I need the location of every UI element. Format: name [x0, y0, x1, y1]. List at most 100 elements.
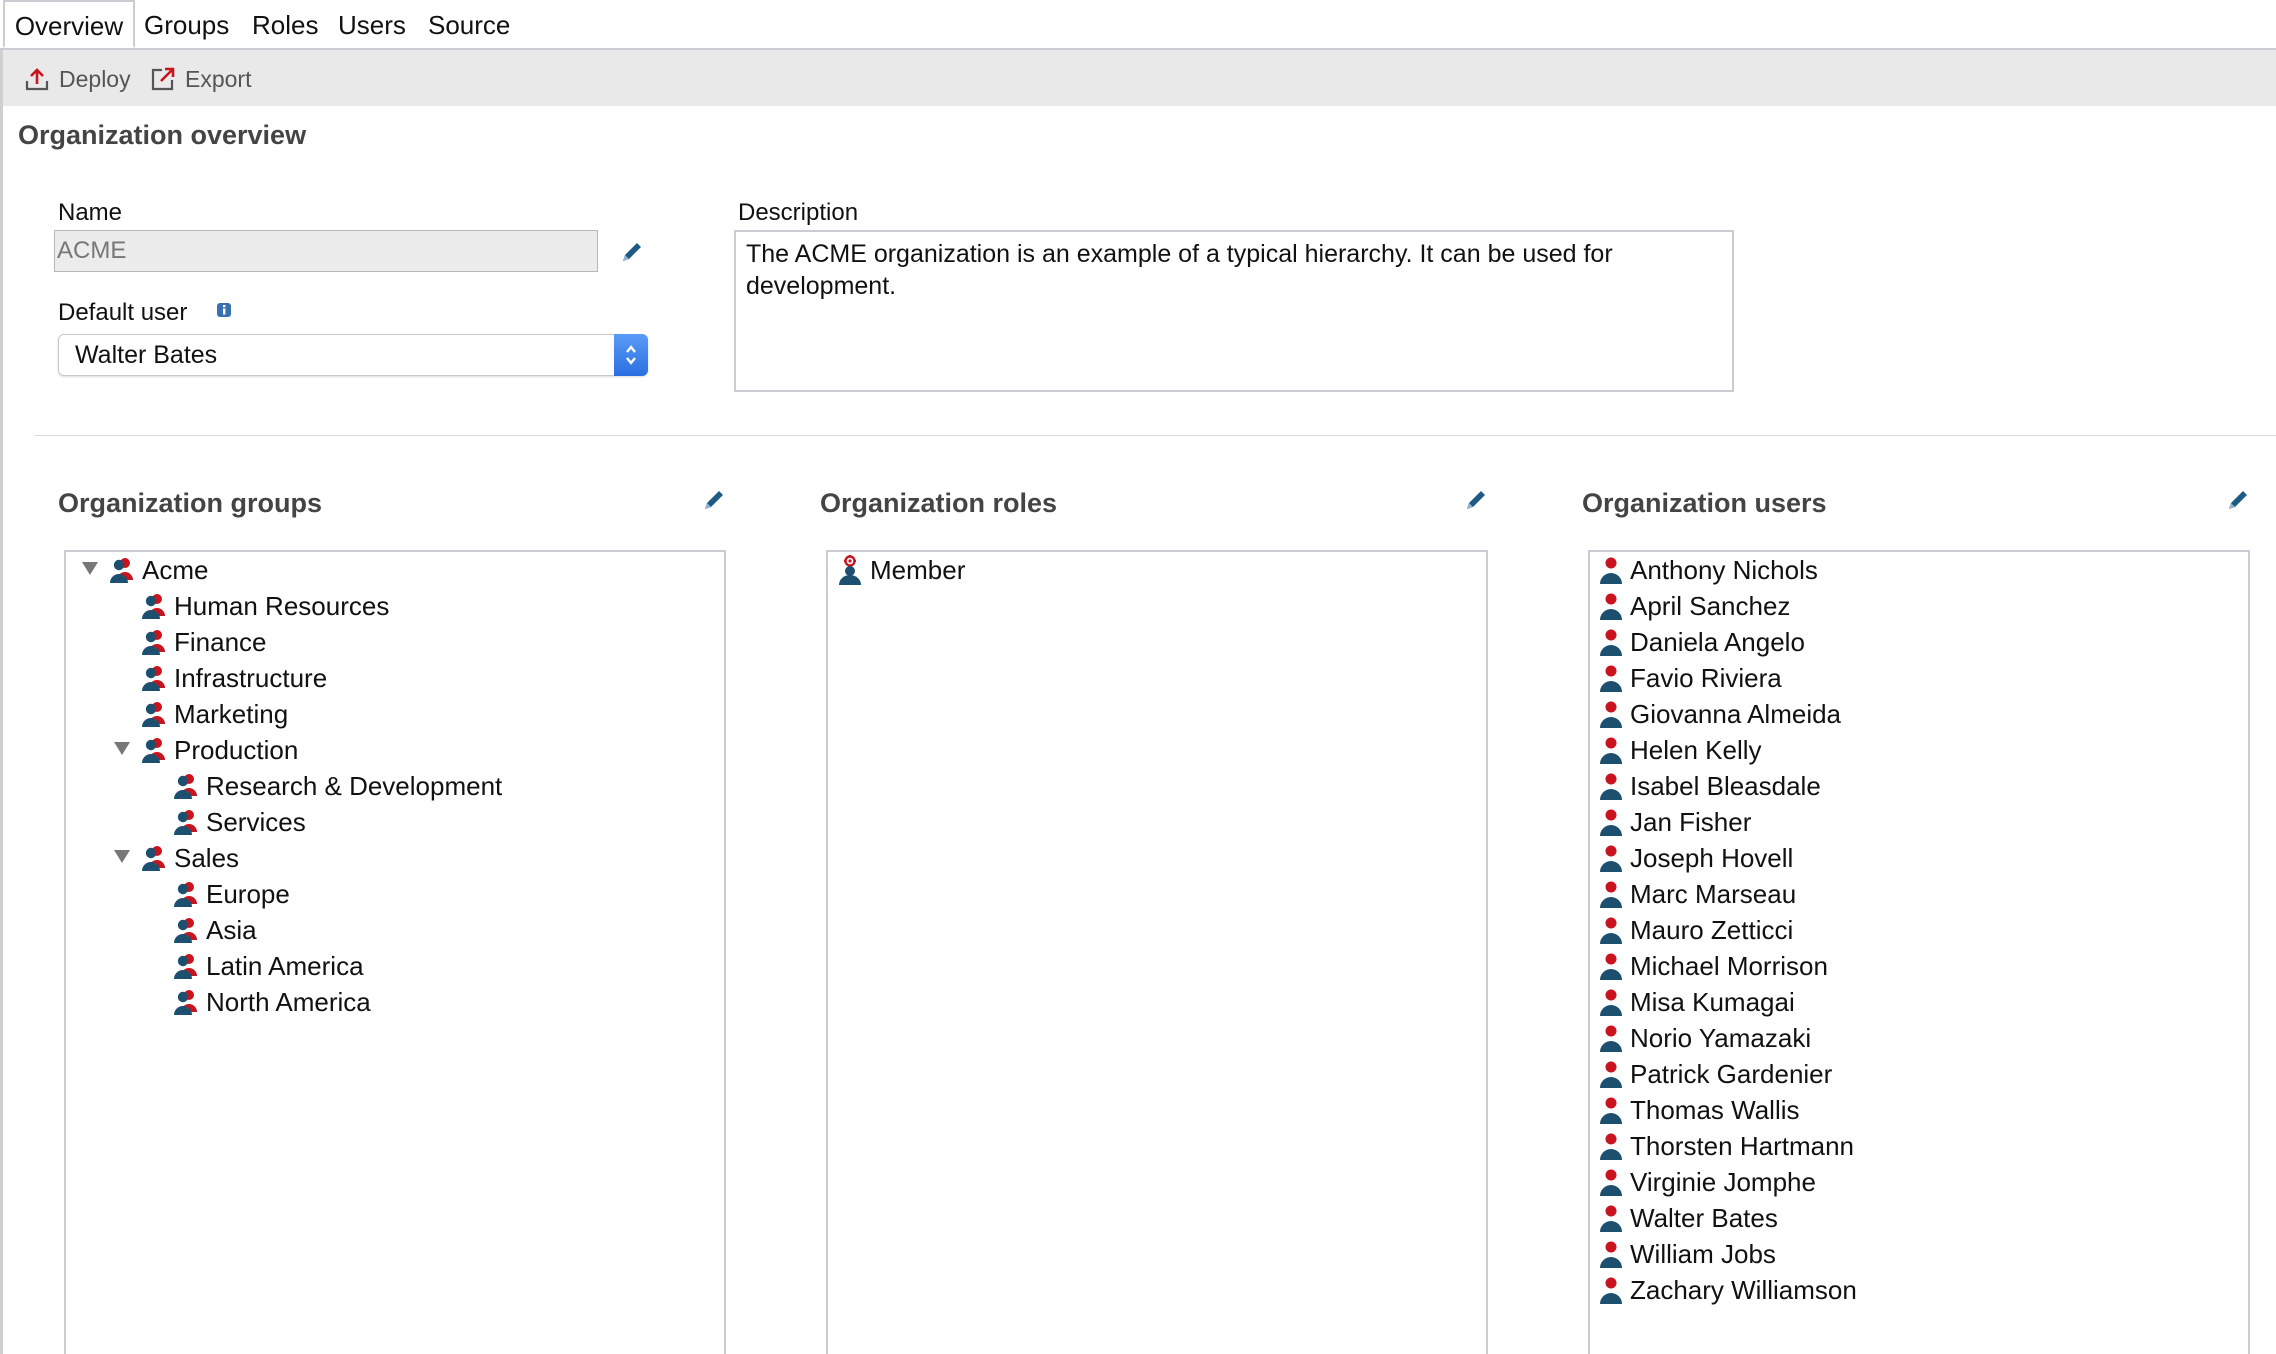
- user-item[interactable]: Zachary Williamson: [1598, 1272, 1857, 1308]
- user-label: Isabel Bleasdale: [1630, 770, 1821, 801]
- toolbar: Deploy Export: [3, 50, 2276, 106]
- expand-production-toggle[interactable]: [114, 742, 130, 755]
- tree-item-group[interactable]: Services: [172, 804, 306, 840]
- user-item[interactable]: Thomas Wallis: [1598, 1092, 1800, 1128]
- tab-overview[interactable]: Overview: [3, 0, 135, 48]
- user-label: Mauro Zetticci: [1630, 914, 1794, 945]
- default-user-label: Default user: [58, 299, 188, 326]
- user-icon: [1600, 1277, 1622, 1304]
- user-item[interactable]: Isabel Bleasdale: [1598, 768, 1821, 804]
- tree-item-group[interactable]: Human Resources: [140, 588, 389, 624]
- user-label: Jan Fisher: [1630, 806, 1752, 837]
- user-item[interactable]: Jan Fisher: [1598, 804, 1751, 840]
- group-label: Infrastructure: [174, 662, 328, 693]
- user-item[interactable]: Marc Marseau: [1598, 876, 1796, 912]
- description-textarea[interactable]: The ACME organization is an example of a…: [734, 230, 1734, 392]
- user-item[interactable]: Thorsten Hartmann: [1598, 1128, 1854, 1164]
- user-icon: [1600, 1061, 1622, 1088]
- tab-groups[interactable]: Groups: [144, 0, 229, 48]
- user-icon: [1600, 1169, 1622, 1196]
- tree-item-group[interactable]: Sales: [140, 840, 239, 876]
- user-item[interactable]: April Sanchez: [1598, 588, 1790, 624]
- tab-users[interactable]: Users: [338, 0, 406, 48]
- group-label: Production: [174, 734, 299, 765]
- group-icon: [142, 630, 165, 655]
- user-icon: [1600, 1097, 1622, 1124]
- user-item[interactable]: Giovanna Almeida: [1598, 696, 1841, 732]
- tree-item-group[interactable]: Europe: [172, 876, 290, 912]
- user-label: Anthony Nichols: [1630, 554, 1818, 585]
- user-item[interactable]: Misa Kumagai: [1598, 984, 1795, 1020]
- overview-title: Organization overview: [18, 120, 307, 150]
- role-label: Member: [870, 554, 966, 585]
- export-label: Export: [185, 65, 252, 92]
- user-label: Daniela Angelo: [1630, 626, 1805, 657]
- expand-acme-toggle[interactable]: [82, 562, 98, 575]
- user-item[interactable]: Favio Riviera: [1598, 660, 1782, 696]
- user-icon: [1600, 881, 1622, 908]
- user-item[interactable]: William Jobs: [1598, 1236, 1776, 1272]
- user-icon: [1600, 557, 1622, 584]
- user-label: Favio Riviera: [1630, 662, 1782, 693]
- window-frame: [0, 0, 3, 1354]
- description-label: Description: [738, 199, 859, 226]
- user-item[interactable]: Walter Bates: [1598, 1200, 1778, 1236]
- deploy-button[interactable]: Deploy: [23, 64, 131, 94]
- user-label: Virginie Jomphe: [1630, 1166, 1816, 1197]
- group-label: Human Resources: [174, 590, 390, 621]
- user-icon: [1600, 737, 1622, 764]
- deploy-label: Deploy: [59, 65, 131, 92]
- user-icon: [1600, 629, 1622, 656]
- group-label: Acme: [142, 554, 209, 585]
- export-button[interactable]: Export: [149, 64, 251, 94]
- user-item[interactable]: Daniela Angelo: [1598, 624, 1805, 660]
- group-icon: [142, 702, 165, 727]
- user-item[interactable]: Mauro Zetticci: [1598, 912, 1793, 948]
- edit-users-pencil-icon[interactable]: [2224, 486, 2252, 519]
- user-item[interactable]: Patrick Gardenier: [1598, 1056, 1832, 1092]
- default-user-select[interactable]: Walter Bates: [58, 334, 648, 376]
- expand-sales-toggle[interactable]: [114, 850, 130, 863]
- user-item[interactable]: Michael Morrison: [1598, 948, 1828, 984]
- user-label: Misa Kumagai: [1630, 986, 1795, 1017]
- user-item[interactable]: Norio Yamazaki: [1598, 1020, 1811, 1056]
- user-item[interactable]: Helen Kelly: [1598, 732, 1762, 768]
- tree-item-group[interactable]: Finance: [140, 624, 267, 660]
- group-label: Finance: [174, 626, 267, 657]
- user-label: Norio Yamazaki: [1630, 1022, 1812, 1053]
- tree-item-group[interactable]: Production: [140, 732, 298, 768]
- group-icon: [174, 810, 197, 835]
- user-item[interactable]: Joseph Hovell: [1598, 840, 1793, 876]
- tree-item-group[interactable]: Research & Development: [172, 768, 502, 804]
- user-label: Thomas Wallis: [1630, 1094, 1800, 1125]
- edit-roles-pencil-icon[interactable]: [1462, 486, 1490, 519]
- user-icon: [1600, 701, 1622, 728]
- user-label: Zachary Williamson: [1630, 1274, 1857, 1305]
- user-label: Helen Kelly: [1630, 734, 1762, 765]
- user-label: Thorsten Hartmann: [1630, 1130, 1854, 1161]
- user-item[interactable]: Anthony Nichols: [1598, 552, 1818, 588]
- tab-source[interactable]: Source: [428, 0, 510, 48]
- user-icon: [1600, 1133, 1622, 1160]
- tree-item-group[interactable]: Marketing: [140, 696, 288, 732]
- tab-roles[interactable]: Roles: [252, 0, 318, 48]
- edit-groups-pencil-icon[interactable]: [700, 486, 728, 519]
- users-title: Organization users: [1582, 488, 1827, 518]
- users-list: Anthony Nichols April Sanchez Daniela An…: [1588, 550, 2250, 1354]
- user-icon: [1600, 1205, 1622, 1232]
- user-icon: [1600, 917, 1622, 944]
- tree-item-group[interactable]: North America: [172, 984, 371, 1020]
- tree-item-group[interactable]: Acme: [108, 552, 208, 588]
- tree-item-group[interactable]: Asia: [172, 912, 257, 948]
- user-icon: [1600, 845, 1622, 872]
- group-icon: [174, 990, 197, 1015]
- group-icon: [110, 558, 133, 583]
- tree-item-group[interactable]: Infrastructure: [140, 660, 327, 696]
- group-icon: [142, 594, 165, 619]
- user-item[interactable]: Virginie Jomphe: [1598, 1164, 1816, 1200]
- role-item[interactable]: Member: [836, 552, 965, 588]
- user-icon: [1600, 773, 1622, 800]
- edit-name-pencil-icon[interactable]: [618, 238, 646, 271]
- tree-item-group[interactable]: Latin America: [172, 948, 364, 984]
- group-icon: [174, 882, 197, 907]
